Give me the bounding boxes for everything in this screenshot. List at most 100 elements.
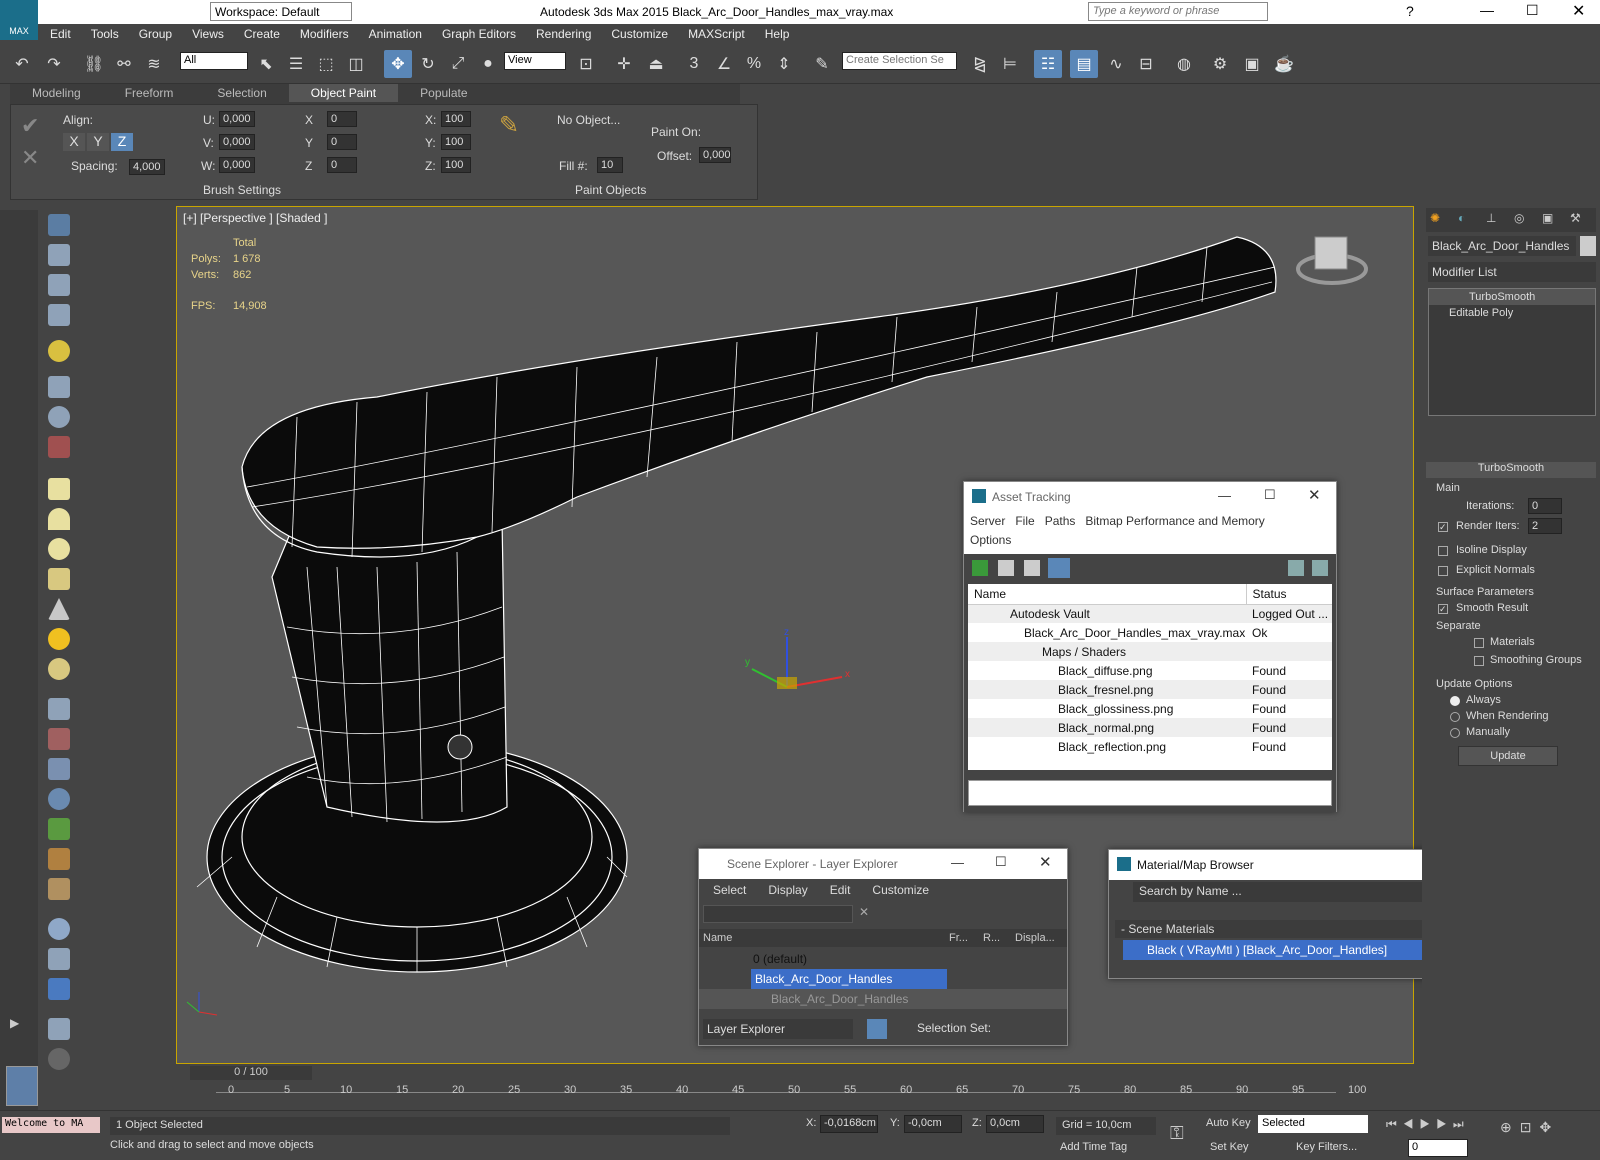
when-rendering-radio[interactable] <box>1450 712 1460 722</box>
menu-create[interactable]: Create <box>234 24 290 44</box>
question-icon[interactable] <box>48 1048 70 1070</box>
vray-icon[interactable] <box>48 978 70 1000</box>
tab-selection[interactable]: Selection <box>195 84 288 102</box>
table-view-icon[interactable] <box>1048 558 1070 578</box>
explicit-normals-checkbox[interactable] <box>1438 566 1448 576</box>
placement-icon[interactable]: ● <box>474 50 502 78</box>
turbosmooth-rollout[interactable]: TurboSmooth <box>1426 462 1596 478</box>
named-selection-dropdown[interactable]: Create Selection Se <box>842 52 957 70</box>
curve-editor-icon[interactable]: ∿ <box>1102 50 1130 78</box>
smooth-result-checkbox[interactable]: ✓ <box>1438 604 1448 614</box>
detail-view-icon[interactable] <box>1024 560 1040 576</box>
app-logo[interactable]: MAX <box>0 0 38 40</box>
x-input[interactable]: 0 <box>327 111 357 127</box>
asset-path-field[interactable] <box>968 780 1332 806</box>
brush-settings-label[interactable]: Brush Settings <box>203 183 281 197</box>
bind-space-warp-icon[interactable]: ≋ <box>140 50 168 78</box>
v-input[interactable]: 0,000 <box>219 134 255 150</box>
window-crossing-icon[interactable]: ◫ <box>342 50 370 78</box>
geosphere-icon[interactable] <box>48 568 70 590</box>
layer-explorer-icon[interactable]: ▤ <box>1070 50 1098 78</box>
cone-icon[interactable] <box>48 598 70 620</box>
undo-icon[interactable]: ↶ <box>8 50 36 78</box>
unlink-icon[interactable]: ⚯ <box>110 50 138 78</box>
grid-icon[interactable] <box>48 304 70 326</box>
menu-edit[interactable]: Edit <box>40 24 81 44</box>
update-button[interactable]: Update <box>1458 746 1558 766</box>
keyboard-shortcut-icon[interactable]: ⏏ <box>642 50 670 78</box>
select-by-name-icon[interactable]: ☰ <box>282 50 310 78</box>
help-query-icon[interactable] <box>1288 560 1304 576</box>
menu-customize[interactable]: Customize <box>601 24 678 44</box>
object-row[interactable]: Black_Arc_Door_Handles <box>699 989 1067 1009</box>
water-drop-icon[interactable] <box>48 918 70 940</box>
minimize-button[interactable]: — <box>1480 2 1494 18</box>
object-name-field[interactable]: Black_Arc_Door_Handles <box>1428 236 1576 256</box>
schematic-view-icon[interactable]: ⊟ <box>1132 50 1160 78</box>
tab-modeling[interactable]: Modeling <box>10 84 103 102</box>
navigation-controls[interactable]: ⊕⊡✥ <box>1500 1119 1559 1136</box>
viewcube-icon[interactable] <box>1296 236 1368 285</box>
mb-search-input[interactable]: Search by Name ... <box>1133 882 1463 902</box>
hair-icon[interactable] <box>48 848 70 870</box>
time-slider[interactable]: 0 / 100 <box>190 1066 312 1080</box>
menu-graph-editors[interactable]: Graph Editors <box>432 24 526 44</box>
render-production-icon[interactable]: ☕ <box>1270 50 1298 78</box>
pyramid-icon[interactable] <box>48 758 70 780</box>
no-object-dropdown[interactable]: No Object... <box>557 113 620 127</box>
se-maximize-button[interactable]: ☐ <box>995 854 1007 870</box>
menu-tools[interactable]: Tools <box>81 24 129 44</box>
create-tab-icon[interactable]: ✺ <box>1430 211 1440 225</box>
current-frame-input[interactable]: 0 <box>1408 1139 1468 1157</box>
tab-object-paint[interactable]: Object Paint <box>288 84 399 102</box>
paint-brush-icon[interactable]: ✎ <box>499 111 519 140</box>
asset-menu-file[interactable]: File <box>1015 514 1034 528</box>
key-filters-button[interactable]: Key Filters... <box>1296 1141 1357 1153</box>
teapot-icon[interactable] <box>48 214 70 236</box>
table-row[interactable]: Black_glossiness.png Found <box>968 699 1332 718</box>
scale-x-input[interactable]: 100 <box>441 111 471 127</box>
column-name[interactable]: Name <box>968 584 1247 604</box>
asset-menu-paths[interactable]: Paths <box>1045 514 1076 528</box>
select-manipulate-icon[interactable]: ✛ <box>610 50 638 78</box>
asset-minimize-button[interactable]: — <box>1218 488 1231 503</box>
cancel-x-icon[interactable]: ✕ <box>21 145 39 171</box>
always-radio[interactable] <box>1450 696 1460 706</box>
menu-help[interactable]: Help <box>755 24 800 44</box>
film-icon[interactable] <box>48 436 70 458</box>
timeline-track[interactable] <box>216 1092 1336 1093</box>
box-icon[interactable] <box>48 478 70 500</box>
smoothing-groups-checkbox[interactable] <box>1474 656 1484 666</box>
stack-item-turbosmooth[interactable]: TurboSmooth <box>1429 289 1595 305</box>
redo-icon[interactable]: ↷ <box>40 50 68 78</box>
asset-menu-server[interactable]: Server <box>970 514 1005 528</box>
help-icon[interactable]: ? <box>1406 3 1414 19</box>
align-icon[interactable]: ⊨ <box>996 50 1024 78</box>
asset-close-button[interactable]: ✕ <box>1308 486 1321 504</box>
render-icon[interactable] <box>48 244 70 266</box>
modifier-list-dropdown[interactable]: Modifier List <box>1428 262 1596 282</box>
list-view-icon[interactable] <box>998 560 1014 576</box>
se-close-button[interactable]: ✕ <box>1039 853 1052 871</box>
table-row[interactable]: Autodesk Vault Logged Out ... <box>968 604 1332 623</box>
workspace-dropdown[interactable]: Workspace: Default <box>210 2 352 21</box>
move-icon[interactable]: ✥ <box>384 50 412 78</box>
asset-menu-bitmap[interactable]: Bitmap Performance and Memory <box>1085 514 1264 528</box>
scale-y-input[interactable]: 100 <box>441 134 471 150</box>
layer-row-selected[interactable]: Black_Arc_Door_Handles <box>751 969 947 989</box>
search-input[interactable]: Type a keyword or phrase <box>1088 2 1268 21</box>
render-iters-checkbox[interactable]: ✓ <box>1438 522 1448 532</box>
key-selection-dropdown[interactable]: Selected <box>1258 1115 1368 1133</box>
checkmark-icon[interactable]: ✔ <box>21 113 39 139</box>
motion-tab-icon[interactable]: ◎ <box>1514 211 1524 225</box>
scene-materials-group[interactable]: - Scene Materials <box>1115 920 1455 938</box>
axis-z-button[interactable]: Z <box>111 133 133 151</box>
scale-icon[interactable]: ⤢ <box>444 50 472 78</box>
coord-y-input[interactable]: -0,0cm <box>904 1115 962 1133</box>
bone-icon[interactable] <box>48 728 70 750</box>
rectangle-select-icon[interactable]: ⬚ <box>312 50 340 78</box>
sun-icon[interactable] <box>48 628 70 650</box>
script-icon[interactable] <box>48 1018 70 1040</box>
se-menu-edit[interactable]: Edit <box>830 883 851 897</box>
grass-icon[interactable] <box>48 818 70 840</box>
